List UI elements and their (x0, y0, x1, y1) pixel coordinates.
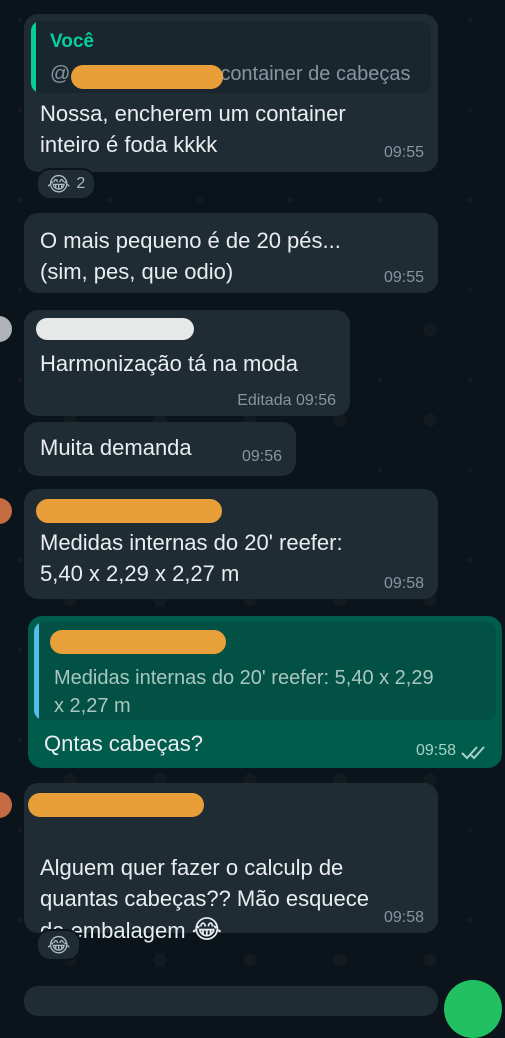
message-text: Muita demanda (40, 435, 192, 460)
laughing-emoji-icon: 😂 (47, 173, 71, 196)
message-text: Medidas internas do 20' reefer: 5,40 x 2… (40, 530, 343, 586)
message-text: Nossa, encherem um container inteiro é f… (40, 101, 346, 157)
quote-bar (34, 622, 39, 720)
message-text: Alguem quer fazer o calculp de quantas c… (40, 821, 369, 946)
redaction-mark (71, 65, 223, 89)
fab-button[interactable] (444, 980, 502, 1038)
quote-sender: Você (50, 31, 95, 52)
message-bubble[interactable]: Você @ container de cabeças Nossa, encher… (24, 14, 438, 172)
redaction-mark (36, 318, 194, 340)
quoted-message[interactable]: Medidas internas do 20' reefer: 5,40 x 2… (34, 622, 496, 720)
quoted-message[interactable]: Você @ container de cabeças (31, 21, 431, 93)
outgoing-message-bubble[interactable]: Medidas internas do 20' reefer: 5,40 x 2… (28, 616, 502, 768)
sender-avatar[interactable] (0, 792, 12, 818)
message-time: 09:58 (415, 742, 456, 759)
message-bubble[interactable] (24, 986, 438, 1016)
laughing-emoji-icon: 😂 (191, 914, 223, 944)
message-bubble[interactable]: Alguem quer fazer o calculp de quantas c… (24, 783, 438, 944)
redaction-mark (36, 499, 222, 523)
message-text: O mais pequeno é de 20 pés... (sim, pes,… (40, 228, 341, 284)
redaction-mark (28, 793, 204, 817)
redaction-mark (50, 630, 226, 654)
message-time: Editada 09:56 (237, 392, 336, 410)
edited-label: Editada (237, 392, 292, 409)
quote-bar (31, 21, 36, 93)
laughing-emoji-icon: 😂 (47, 934, 71, 957)
time-value: 09:56 (295, 392, 336, 409)
message-bubble[interactable]: O mais pequeno é de 20 pés... (sim, pes,… (24, 213, 438, 293)
message-time: 09:58 (383, 909, 424, 926)
mention-at: @ (50, 63, 71, 85)
message-bubble[interactable]: Muita demanda 09:56 (24, 422, 296, 476)
message-bubble[interactable]: Medidas internas do 20' reefer: 5,40 x 2… (24, 489, 438, 599)
message-bubble[interactable]: Harmonização tá na moda Editada 09:56 (24, 310, 350, 416)
message-time: 09:56 (241, 448, 282, 465)
read-receipt-icon (461, 746, 485, 760)
reaction-count: 2 (76, 175, 86, 192)
message-time: 09:55 (383, 144, 424, 161)
sender-avatar[interactable] (0, 498, 12, 524)
message-text: Harmonização tá na moda (40, 351, 299, 376)
quote-text: Medidas internas do 20' reefer: 5,40 x 2… (54, 667, 434, 717)
message-text: Qntas cabeças? (44, 731, 203, 756)
sender-avatar[interactable] (0, 316, 12, 342)
reaction-pill[interactable]: 😂 2 (36, 168, 97, 200)
reaction-pill[interactable]: 😂 (36, 929, 82, 961)
message-time: 09:58 (383, 575, 424, 592)
message-time: 09:55 (383, 269, 424, 286)
quote-text-content: container de cabeças (220, 63, 411, 85)
